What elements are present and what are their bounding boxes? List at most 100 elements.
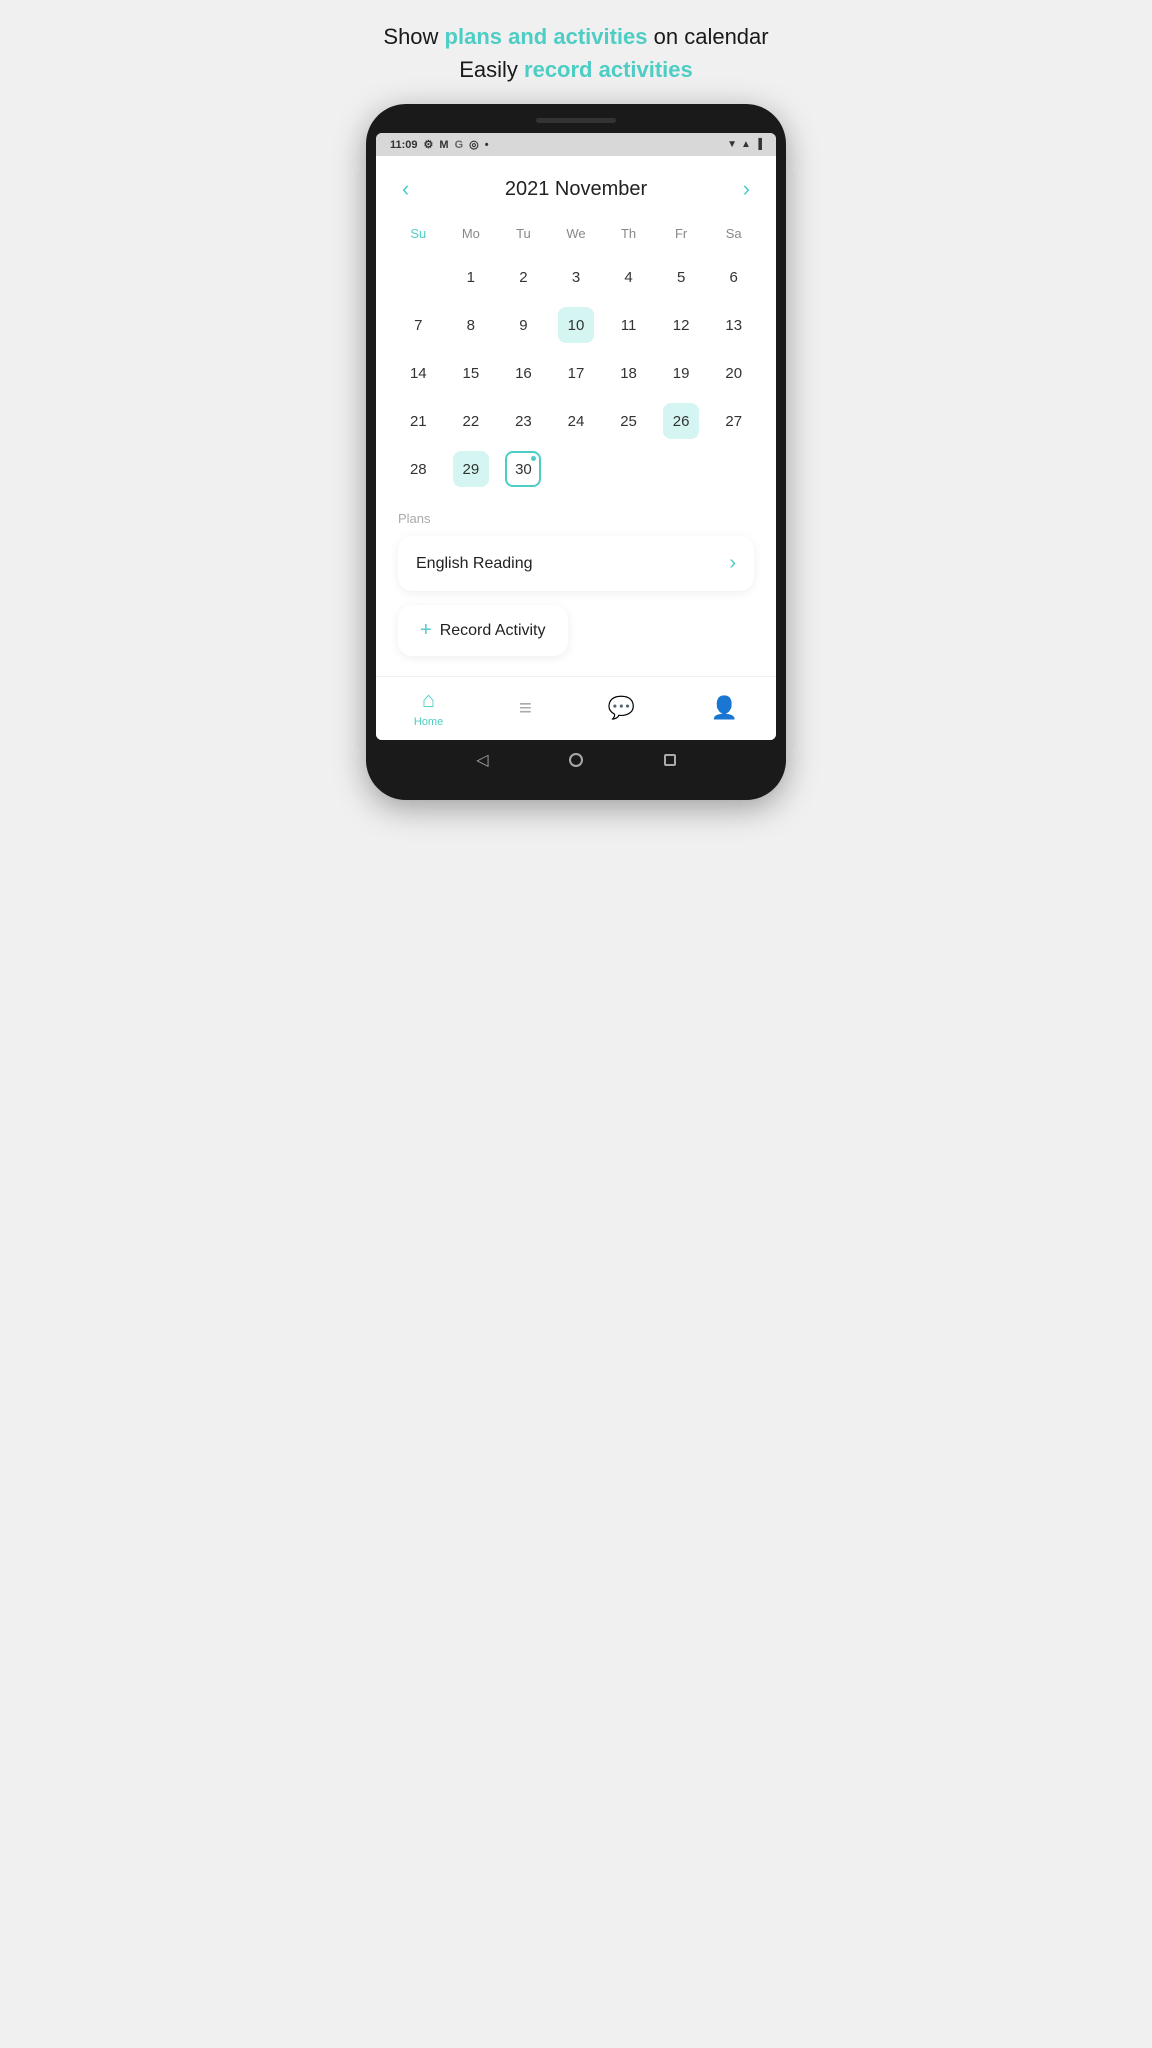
home-icon: ⌂ [422, 687, 435, 713]
day-number: 12 [663, 307, 699, 343]
phone-frame: 11:09 ⚙ M G ◎ • ▼ ▲ ▐ ‹ 2021 Nove [366, 104, 786, 800]
battery-icon: ▐ [755, 139, 762, 150]
outer-container: Show plans and activities on calendar Ea… [346, 20, 806, 800]
calendar-day-empty-34: 0 [707, 447, 760, 491]
gear-icon: ⚙ [424, 138, 434, 151]
calendar-day-6[interactable]: 6 [707, 255, 760, 299]
day-number: 29 [453, 451, 489, 487]
calendar-grid: Su Mo Tu We Th Fr Sa 0123456789101112131… [392, 220, 760, 491]
plan-name: English Reading [416, 555, 533, 573]
weekday-we: We [550, 220, 603, 247]
calendar-day-2[interactable]: 2 [497, 255, 550, 299]
nav-home[interactable]: ⌂ Home [414, 687, 443, 728]
day-number: 19 [663, 355, 699, 391]
day-number: 8 [453, 307, 489, 343]
day-number: 6 [716, 259, 752, 295]
day-number: 18 [611, 355, 647, 391]
day-number: 25 [611, 403, 647, 439]
day-number: 14 [400, 355, 436, 391]
status-bar: 11:09 ⚙ M G ◎ • ▼ ▲ ▐ [376, 133, 776, 156]
calendar-day-29[interactable]: 29 [445, 447, 498, 491]
calendar-day-empty-31: 0 [550, 447, 603, 491]
calendar-day-12[interactable]: 12 [655, 303, 708, 347]
calendar-day-empty-32: 0 [602, 447, 655, 491]
weekday-tu: Tu [497, 220, 550, 247]
dot-icon: • [485, 139, 489, 151]
day-number: 22 [453, 403, 489, 439]
day-number: 27 [716, 403, 752, 439]
headline: Show plans and activities on calendar Ea… [373, 20, 778, 86]
calendar-day-25[interactable]: 25 [602, 399, 655, 443]
weekday-mo: Mo [445, 220, 498, 247]
calendar-day-22[interactable]: 22 [445, 399, 498, 443]
headline-line1-pre: Show [383, 24, 444, 49]
headline-accent2: record activities [524, 57, 693, 82]
calendar-day-4[interactable]: 4 [602, 255, 655, 299]
plan-item[interactable]: English Reading › [398, 536, 754, 591]
headline-line1-post: on calendar [648, 24, 769, 49]
weekday-fr: Fr [655, 220, 708, 247]
nav-profile[interactable]: 👤 [711, 695, 738, 721]
plus-icon: + [420, 619, 432, 642]
calendar-day-24[interactable]: 24 [550, 399, 603, 443]
day-number: 2 [505, 259, 541, 295]
headline-line2-pre: Easily [459, 57, 524, 82]
day-number: 7 [400, 307, 436, 343]
calendar-day-26[interactable]: 26 [655, 399, 708, 443]
calendar-day-21[interactable]: 21 [392, 399, 445, 443]
calendar-day-8[interactable]: 8 [445, 303, 498, 347]
app-content: ‹ 2021 November › Su Mo Tu We Th Fr Sa [376, 156, 776, 676]
day-number: 11 [611, 307, 647, 343]
back-button[interactable]: ◁ [476, 750, 488, 770]
day-number: 30 [505, 451, 541, 487]
record-activity-button[interactable]: + Record Activity [398, 605, 568, 656]
signal-icon: ▲ [741, 139, 751, 150]
calendar-day-14[interactable]: 14 [392, 351, 445, 395]
day-number: 1 [453, 259, 489, 295]
calendar-header: ‹ 2021 November › [392, 176, 760, 202]
day-number: 10 [558, 307, 594, 343]
calendar-day-30[interactable]: 30 [497, 447, 550, 491]
calendar-day-10[interactable]: 10 [550, 303, 603, 347]
calendar-day-3[interactable]: 3 [550, 255, 603, 299]
prev-month-button[interactable]: ‹ [402, 176, 409, 202]
day-number: 23 [505, 403, 541, 439]
day-number: 9 [505, 307, 541, 343]
bottom-nav: ⌂ Home ≡ 💬 👤 [376, 676, 776, 740]
calendar-day-13[interactable]: 13 [707, 303, 760, 347]
phone-screen: 11:09 ⚙ M G ◎ • ▼ ▲ ▐ ‹ 2021 Nove [376, 133, 776, 740]
calendar-title: 2021 November [505, 178, 647, 201]
day-number: 17 [558, 355, 594, 391]
day-number: 4 [611, 259, 647, 295]
day-number: 5 [663, 259, 699, 295]
day-number: 13 [716, 307, 752, 343]
nav-chat[interactable]: 💬 [608, 695, 635, 721]
calendar-day-23[interactable]: 23 [497, 399, 550, 443]
list-icon: ≡ [519, 695, 532, 721]
calendar-day-28[interactable]: 28 [392, 447, 445, 491]
weekday-th: Th [602, 220, 655, 247]
calendar-day-17[interactable]: 17 [550, 351, 603, 395]
calendar-day-27[interactable]: 27 [707, 399, 760, 443]
recents-button[interactable] [664, 754, 676, 766]
calendar-day-11[interactable]: 11 [602, 303, 655, 347]
calendar-day-19[interactable]: 19 [655, 351, 708, 395]
next-month-button[interactable]: › [743, 176, 750, 202]
nav-list[interactable]: ≡ [519, 695, 532, 721]
day-number: 20 [716, 355, 752, 391]
calendar-day-16[interactable]: 16 [497, 351, 550, 395]
calendar-day-5[interactable]: 5 [655, 255, 708, 299]
status-time: 11:09 [390, 139, 418, 151]
day-number: 28 [400, 451, 436, 487]
plans-label: Plans [398, 511, 754, 526]
calendar-day-15[interactable]: 15 [445, 351, 498, 395]
calendar-day-1[interactable]: 1 [445, 255, 498, 299]
calendar-day-18[interactable]: 18 [602, 351, 655, 395]
calendar-day-7[interactable]: 7 [392, 303, 445, 347]
day-number: 15 [453, 355, 489, 391]
home-button[interactable] [569, 753, 583, 767]
calendar-day-20[interactable]: 20 [707, 351, 760, 395]
record-activity-label: Record Activity [440, 622, 546, 640]
android-nav: ◁ [376, 740, 776, 780]
calendar-day-9[interactable]: 9 [497, 303, 550, 347]
